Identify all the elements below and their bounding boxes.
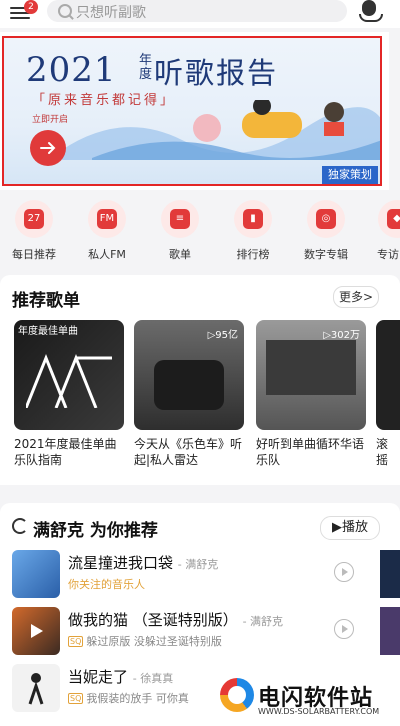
banner-enter-label: 立即开启 [32, 115, 69, 125]
shortcut-album[interactable]: ◎ 数字专辑 [296, 200, 356, 262]
album-icon: ◎ [316, 209, 336, 229]
cover-text: 年度最佳单曲 [18, 326, 78, 337]
banner-wave-art [62, 100, 380, 160]
shortcut-label: 私人FM [88, 248, 126, 261]
cover-art [266, 340, 356, 395]
song-cover [12, 550, 60, 598]
banner-tag: 独家策划 [322, 166, 378, 184]
shortcut-interview[interactable]: ◆ 专访 [360, 200, 400, 262]
song-row[interactable]: 做我的猫 （圣诞特别版） - 满舒克 SQ 躲过原版 没躲过圣诞特别版 [0, 607, 372, 663]
song-subtitle: SQ 我假装的放手 可你真 [68, 692, 189, 705]
play-count: ▷302万 [323, 330, 360, 341]
playlist-card[interactable]: ▷95亿 今天从《乐色车》听起|私人雷达 [134, 320, 244, 468]
search-icon [58, 4, 72, 18]
banner-arrow-button[interactable] [30, 130, 66, 166]
song-cover [12, 664, 60, 712]
shortcut-charts[interactable]: ▮ 排行榜 [223, 200, 283, 262]
play-circle-icon[interactable] [334, 562, 354, 582]
song-subtitle: 你关注的音乐人 [68, 578, 145, 591]
shortcut-playlist[interactable]: ≡ 歌单 [150, 200, 210, 262]
radio-icon: FM [97, 209, 117, 229]
notification-badge: 2 [24, 0, 38, 14]
song-title: 当妮走了 - 徐真真 [68, 668, 174, 686]
playlist-cover: ▷95亿 [134, 320, 244, 430]
shortcut-label: 歌单 [169, 248, 191, 261]
recommend-title: 满舒克 为你推荐 [33, 521, 158, 541]
sq-badge: SQ [68, 693, 84, 704]
song-subtitle: SQ 躲过原版 没躲过圣诞特别版 [68, 635, 222, 648]
song-row[interactable]: 流星撞进我口袋 - 满舒克 你关注的音乐人 [0, 550, 372, 606]
search-placeholder: 只想听副歌 [76, 5, 146, 21]
song-title: 流星撞进我口袋 - 满舒克 [68, 554, 219, 572]
banner-year-suffix: 年度 [139, 53, 153, 82]
playlist-card[interactable]: 滚摇 [376, 320, 400, 468]
watermark-url: WWW.DS-SOLARBATTERY.COM [258, 707, 380, 716]
section-title: 推荐歌单 [12, 291, 80, 311]
side-cover [380, 607, 400, 655]
cover-art [26, 353, 112, 408]
side-cover [380, 550, 400, 598]
playlist-cover [376, 320, 400, 430]
shortcut-label: 排行榜 [236, 248, 270, 261]
cover-figure [28, 673, 44, 705]
play-count: ▷95亿 [207, 330, 238, 341]
playlist-title: 滚摇 [376, 437, 389, 467]
shortcut-label: 专访 [377, 248, 399, 261]
sq-badge: SQ [68, 636, 84, 647]
playlist-icon: ≡ [170, 209, 190, 229]
song-cover [12, 607, 60, 655]
song-artist: - 徐真真 [132, 672, 174, 685]
playlist-cover: ▷302万 [256, 320, 366, 430]
song-title: 做我的猫 （圣诞特别版） - 满舒克 [68, 611, 284, 629]
shortcut-label: 每日推荐 [12, 248, 56, 261]
refresh-icon[interactable] [12, 518, 28, 534]
playlist-title: 好听到单曲循环华语乐队 [256, 437, 365, 467]
calendar-icon: 27 [24, 209, 44, 229]
play-icon [31, 624, 43, 638]
banner-year: 2021 [26, 50, 117, 90]
arrow-right-icon [40, 142, 56, 154]
play-circle-icon[interactable] [334, 619, 354, 639]
shortcut-fm[interactable]: FM 私人FM [77, 200, 137, 262]
shortcut-daily[interactable]: 27 每日推荐 [4, 200, 64, 262]
song-artist: - 满舒克 [242, 615, 284, 628]
cover-art [154, 360, 224, 410]
chart-icon: ▮ [243, 209, 263, 229]
song-artist: - 满舒克 [177, 558, 219, 571]
playlist-cover: 年度最佳单曲 [14, 320, 124, 430]
watermark-logo [220, 678, 254, 712]
playlist-title: 今天从《乐色车》听起|私人雷达 [134, 437, 243, 467]
banner-title: 听歌报告 [154, 56, 279, 90]
banner-subtitle: 「原来音乐都记得」 [32, 93, 177, 108]
shortcut-label: 数字专辑 [304, 248, 348, 261]
playlist-title: 2021年度最佳单曲乐队指南 [14, 437, 117, 467]
play-all-button[interactable]: ▶播放 [320, 516, 380, 540]
playlist-card[interactable]: 年度最佳单曲 2021年度最佳单曲乐队指南 [14, 320, 124, 468]
playlist-card[interactable]: ▷302万 好听到单曲循环华语乐队 [256, 320, 366, 468]
more-button[interactable]: 更多> [333, 286, 379, 308]
interview-icon: ◆ [387, 209, 400, 229]
